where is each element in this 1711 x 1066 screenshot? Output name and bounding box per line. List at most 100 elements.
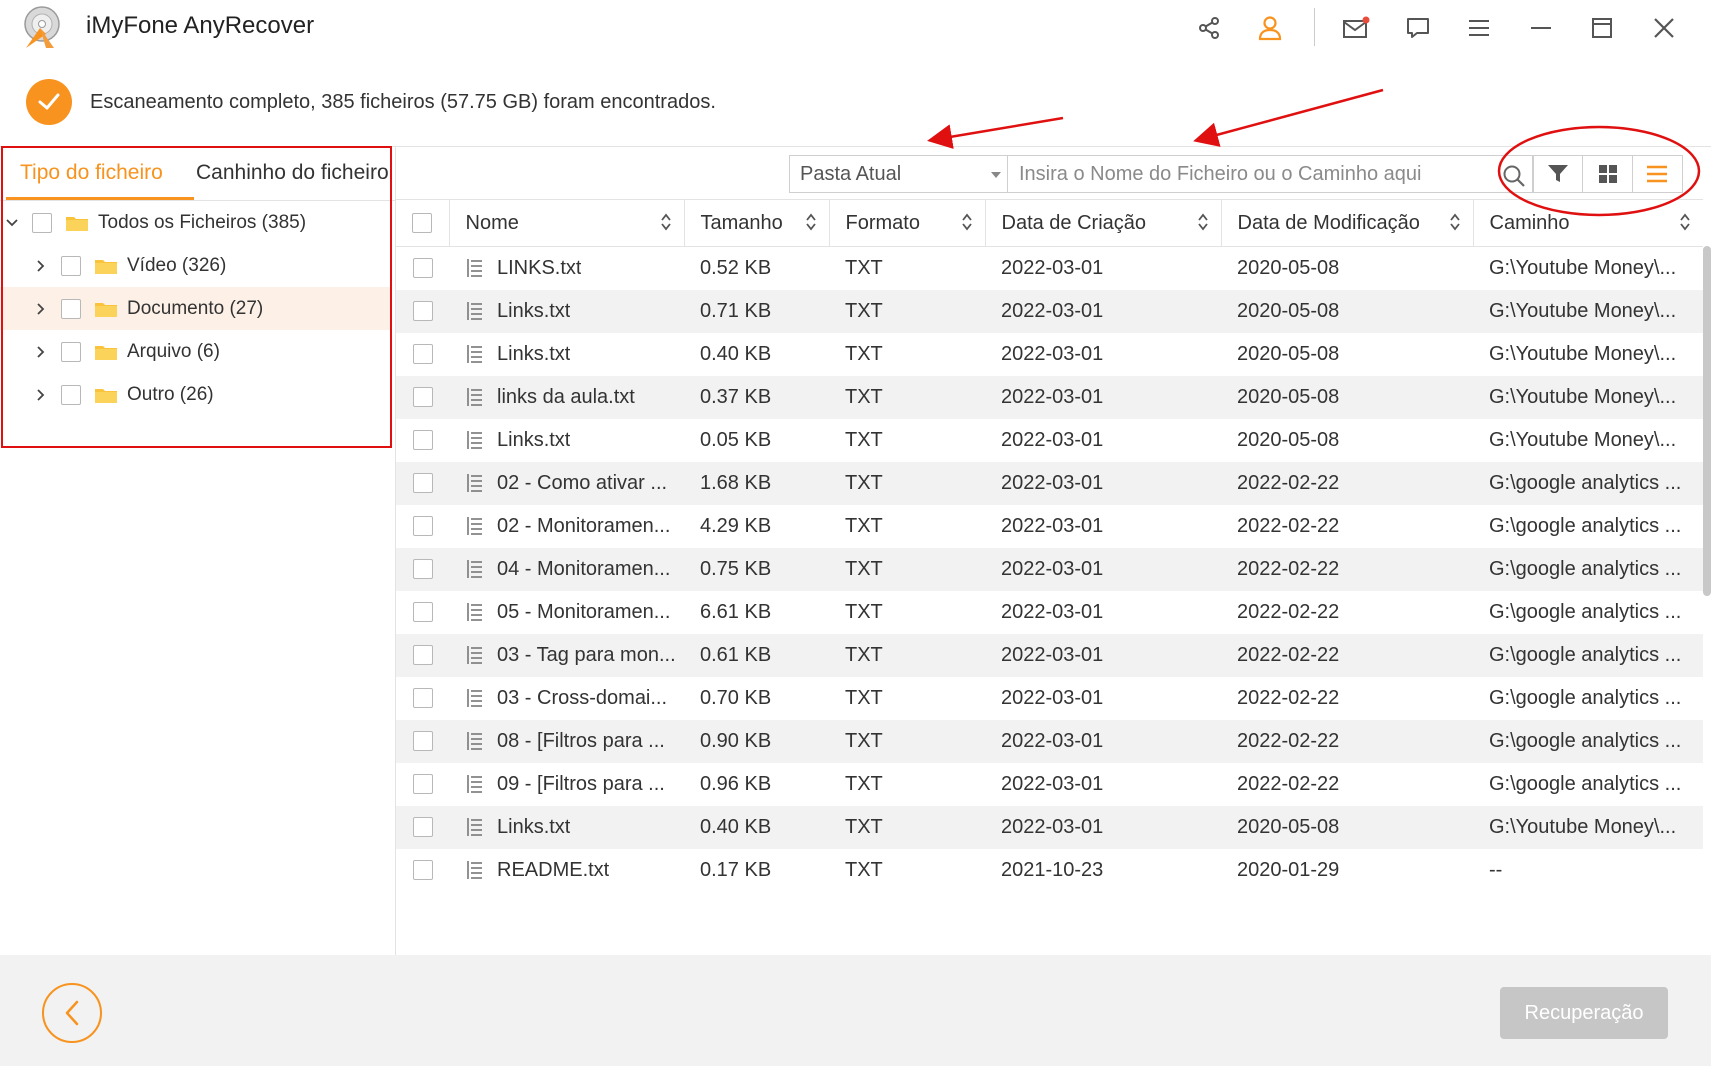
cell-size: 0.52 KB [684,247,829,290]
row-checkbox[interactable] [412,516,433,536]
table-row[interactable]: links da aula.txt 0.37 KB TXT 2022-03-01 202… [396,375,1703,419]
cell-path: G:\google analytics ... [1473,591,1703,634]
cell-path: G:\Youtube Money\... [1473,333,1703,376]
table-row[interactable]: 04 - Monitoramen... 0.75 KB TXT 2022-03-01 2… [396,547,1703,591]
column-header-modified[interactable]: Data de Modificação [1221,199,1474,247]
file-created: 2022-03-01 [1001,514,1104,537]
table-row[interactable]: 02 - Monitoramen... 4.29 KB TXT 2022-03-01 2… [396,505,1703,548]
tree-item-other[interactable]: Outro (26) [0,373,392,416]
file-modified: 2022-02-22 [1237,557,1340,580]
row-checkbox-cell [396,720,449,763]
file-path: G:\google analytics ... [1489,772,1682,795]
cell-name: 04 - Monitoramen... [449,548,684,591]
back-button[interactable] [42,983,102,1043]
chevron-right-icon[interactable] [33,387,49,403]
sort-icon[interactable] [660,212,672,232]
select-all-checkbox[interactable] [412,213,433,233]
cell-modified: 2022-02-22 [1221,505,1473,548]
tree-checkbox[interactable] [32,212,52,233]
tab-file-path[interactable]: Canhinho do ficheiro [196,161,389,185]
table-row[interactable]: Links.txt 0.05 KB TXT 2022-03-01 2020-05-08 G… [396,419,1703,462]
tree-item-all-files[interactable]: Todos os Ficheiros (385) [0,201,392,244]
file-name: 02 - Como ativar ... [497,471,668,494]
cell-modified: 2022-02-22 [1221,548,1473,591]
sort-icon[interactable] [805,212,817,232]
tree-checkbox[interactable] [61,255,81,276]
mail-icon[interactable] [1336,8,1376,48]
row-checkbox-cell [396,333,449,376]
table-row[interactable]: LINKS.txt 0.52 KB TXT 2022-03-01 2020-05-08 G… [396,247,1703,290]
row-checkbox[interactable] [412,258,433,279]
row-checkbox[interactable] [412,688,433,708]
cell-modified: 2022-02-22 [1221,591,1473,634]
search-input[interactable] [1008,157,1478,191]
row-checkbox[interactable] [412,817,433,837]
sort-icon[interactable] [1197,212,1209,232]
chevron-right-icon[interactable] [33,344,49,360]
file-modified: 2022-02-22 [1237,686,1340,709]
minimize-icon[interactable] [1521,8,1561,48]
table-row[interactable]: Links.txt 0.71 KB TXT 2022-03-01 2020-05-08 G… [396,289,1703,333]
menu-icon[interactable] [1459,8,1499,48]
table-row[interactable]: 08 - [Filtros para ... 0.90 KB TXT 2022-03-… [396,719,1703,763]
close-icon[interactable] [1644,8,1684,48]
table-row[interactable]: 09 - [Filtros para ... 0.96 KB TXT 2022-03-… [396,763,1703,806]
row-checkbox[interactable] [412,731,433,751]
row-checkbox[interactable] [412,430,433,450]
column-header-path[interactable]: Caminho [1473,200,1703,247]
user-icon[interactable] [1250,8,1290,48]
tree-item-archive[interactable]: Arquivo (6) [0,330,392,373]
text-file-icon [467,345,482,363]
chevron-down-icon[interactable] [4,215,20,231]
column-label: Formato [845,211,920,234]
location-dropdown[interactable]: Pasta Atual [789,155,1007,193]
vertical-scrollbar[interactable] [1703,246,1711,596]
table-row[interactable]: 02 - Como ativar ... 1.68 KB TXT 2022-03-01… [396,461,1703,505]
cell-created: 2022-03-01 [985,763,1221,806]
row-checkbox[interactable] [412,559,433,579]
recover-button[interactable]: Recuperação [1500,987,1668,1039]
tree-checkbox[interactable] [61,384,81,405]
tab-file-type[interactable]: Tipo do ficheiro [20,161,163,185]
grid-view-button[interactable] [1583,156,1633,192]
row-checkbox[interactable] [412,473,433,493]
file-name-cell: 05 - Monitoramen... [465,601,684,624]
table-row[interactable]: Links.txt 0.40 KB TXT 2022-03-01 2020-05-08 G… [396,805,1703,849]
maximize-icon[interactable] [1582,8,1622,48]
row-checkbox[interactable] [412,860,433,880]
chevron-right-icon[interactable] [33,258,49,274]
tree-item-video[interactable]: Vídeo (326) [0,244,392,287]
row-checkbox[interactable] [412,645,433,665]
text-file-icon [467,689,482,707]
column-header-name[interactable]: Nome [449,199,685,247]
row-checkbox[interactable] [412,301,433,321]
chevron-right-icon[interactable] [33,301,49,317]
sort-icon[interactable] [961,212,973,232]
file-modified: 2022-02-22 [1237,772,1340,795]
tree-checkbox[interactable] [61,341,81,362]
row-checkbox[interactable] [412,774,433,794]
tree-item-document[interactable]: Documento (27) [0,287,392,330]
sort-icon[interactable] [1449,212,1461,232]
column-header-size[interactable]: Tamanho [684,199,830,247]
search-icon[interactable] [1502,164,1526,188]
table-row[interactable]: README.txt 0.17 KB TXT 2021-10-23 2020-01-29… [396,849,1703,892]
table-row[interactable]: Links.txt 0.40 KB TXT 2022-03-01 2020-05-08 G… [396,333,1703,376]
row-checkbox[interactable] [412,602,433,622]
table-row[interactable]: 03 - Cross-domai... 0.70 KB TXT 2022-03-01 2… [396,677,1703,720]
tree-checkbox[interactable] [61,298,81,319]
chevron-left-icon [65,1000,79,1026]
column-header-format[interactable]: Formato [829,199,986,247]
cell-created: 2022-03-01 [985,247,1221,290]
sort-icon[interactable] [1679,212,1691,232]
row-checkbox[interactable] [412,387,433,407]
filter-button[interactable] [1534,156,1584,192]
table-row[interactable]: 05 - Monitoramen... 6.61 KB TXT 2022-03-01 2… [396,591,1703,634]
share-icon[interactable] [1189,8,1229,48]
file-name-cell: LINKS.txt [465,257,684,280]
row-checkbox[interactable] [412,344,433,364]
table-row[interactable]: 03 - Tag para mon... 0.61 KB TXT 2022-03-01… [396,633,1703,677]
column-header-created[interactable]: Data de Criação [985,199,1222,247]
list-view-button[interactable] [1633,156,1682,192]
chat-icon[interactable] [1398,8,1438,48]
